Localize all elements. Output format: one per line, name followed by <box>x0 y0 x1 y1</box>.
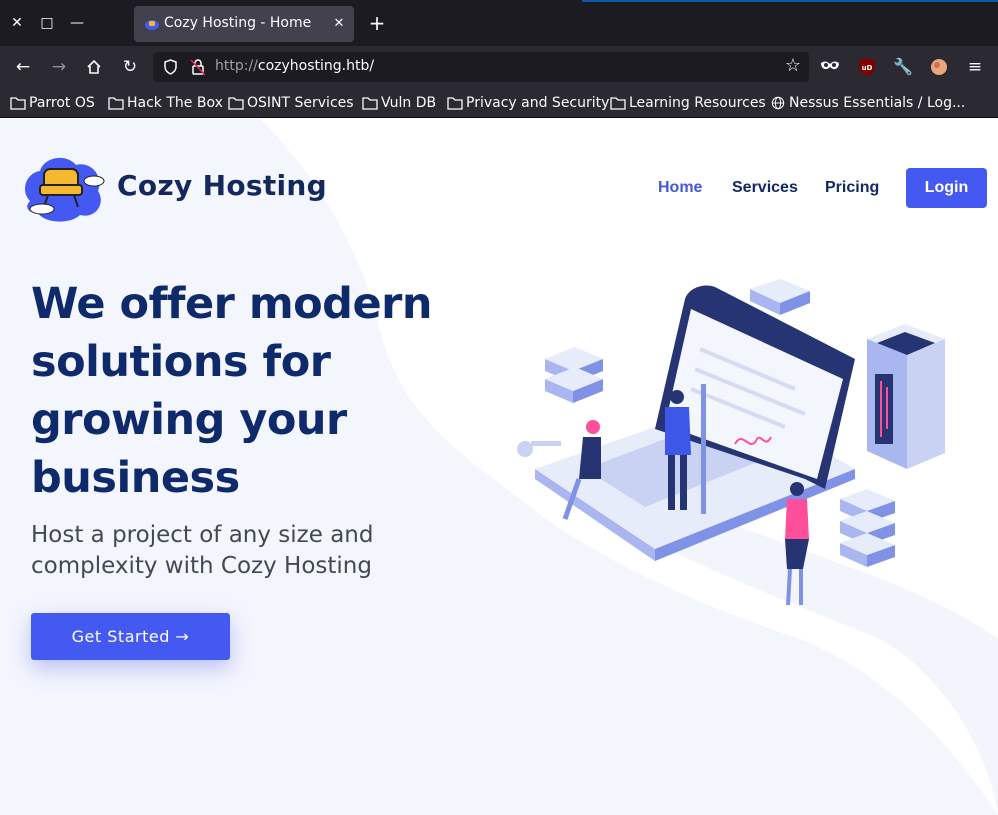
shield-icon[interactable] <box>163 59 178 75</box>
tab-title: Cozy Hosting - Home <box>164 15 312 31</box>
url-bar[interactable]: http://cozyhosting.htb/ ☆ <box>153 52 809 82</box>
menu-icon[interactable]: ≡ <box>963 55 987 79</box>
bookmark-label: Learning Resources <box>629 95 766 111</box>
back-icon[interactable]: ← <box>11 55 35 79</box>
brand-name[interactable]: Cozy Hosting <box>117 169 327 202</box>
browser-titlebar: ✕ □ — Cozy Hosting - Home ✕ + <box>0 0 998 46</box>
bookmark-folder[interactable]: Parrot OS <box>10 93 95 113</box>
minimize-icon[interactable]: — <box>67 13 87 33</box>
hero-title: We offer modern solutions for growing yo… <box>31 279 432 503</box>
hero-subtitle: Host a project of any size and complexit… <box>31 522 374 579</box>
browser-navbar: ← → ↻ http://cozyhosting.htb/ ☆ uD 🔧 ≡ <box>0 46 998 88</box>
url-host: cozyhosting.htb/ <box>257 58 375 74</box>
bookmark-folder[interactable]: Privacy and Security <box>447 93 609 113</box>
bookmarks-bar: Parrot OS Hack The Box OSINT Services Vu… <box>0 88 998 118</box>
new-tab-button[interactable]: + <box>366 12 388 34</box>
page-viewport: Cozy Hosting Home Services Pricing Login… <box>0 119 998 815</box>
profile-icon[interactable] <box>930 58 948 76</box>
bookmark-label: Privacy and Security <box>466 95 610 111</box>
bookmark-folder[interactable]: Vuln DB <box>362 93 436 113</box>
nav-pricing[interactable]: Pricing <box>825 179 879 197</box>
globe-icon <box>771 96 785 110</box>
browser-tab-active[interactable]: Cozy Hosting - Home ✕ <box>134 6 354 42</box>
bookmark-label: OSINT Services <box>247 95 354 111</box>
nav-home[interactable]: Home <box>658 179 702 197</box>
server-tower-right <box>867 324 945 469</box>
brand-logo[interactable] <box>20 151 106 223</box>
folder-icon <box>108 97 124 110</box>
svg-text:uD: uD <box>862 64 873 72</box>
maximize-icon[interactable]: □ <box>37 13 57 33</box>
folder-icon <box>447 97 463 110</box>
nav-services[interactable]: Services <box>732 179 798 197</box>
bookmark-link[interactable]: Nessus Essentials / Log... <box>770 93 965 113</box>
tab-favicon-icon <box>145 20 159 30</box>
server-stack-left <box>545 347 603 403</box>
close-icon[interactable]: ✕ <box>7 13 27 33</box>
folder-icon <box>362 97 378 110</box>
get-started-button[interactable]: Get Started → <box>31 613 230 660</box>
bookmark-label: Hack The Box <box>127 95 223 111</box>
bookmark-label: Nessus Essentials / Log... <box>789 95 966 111</box>
folder-icon <box>610 97 626 110</box>
bookmark-label: Parrot OS <box>29 95 95 111</box>
insecure-lock-icon[interactable] <box>190 58 206 76</box>
forward-icon[interactable]: → <box>47 55 71 79</box>
star-icon[interactable]: ☆ <box>785 55 801 76</box>
tab-close-icon[interactable]: ✕ <box>330 15 348 33</box>
bookmark-label: Vuln DB <box>381 95 437 111</box>
titlebar-accent <box>582 0 998 2</box>
bookmark-folder[interactable]: OSINT Services <box>228 93 354 113</box>
login-button[interactable]: Login <box>906 168 987 208</box>
url-text[interactable]: http://cozyhosting.htb/ <box>215 58 374 74</box>
person-right <box>785 482 809 606</box>
wrench-icon[interactable]: 🔧 <box>891 55 915 79</box>
url-scheme: http:// <box>215 58 258 74</box>
bookmark-folder[interactable]: Learning Resources <box>610 93 766 113</box>
folder-icon <box>10 97 26 110</box>
folder-icon <box>228 97 244 110</box>
hero-illustration <box>517 279 945 606</box>
bookmark-folder[interactable]: Hack The Box <box>108 93 223 113</box>
home-icon[interactable] <box>82 55 106 79</box>
reload-icon[interactable]: ↻ <box>118 55 142 79</box>
mask-icon[interactable] <box>820 59 840 73</box>
ublock-icon[interactable]: uD <box>858 57 876 77</box>
